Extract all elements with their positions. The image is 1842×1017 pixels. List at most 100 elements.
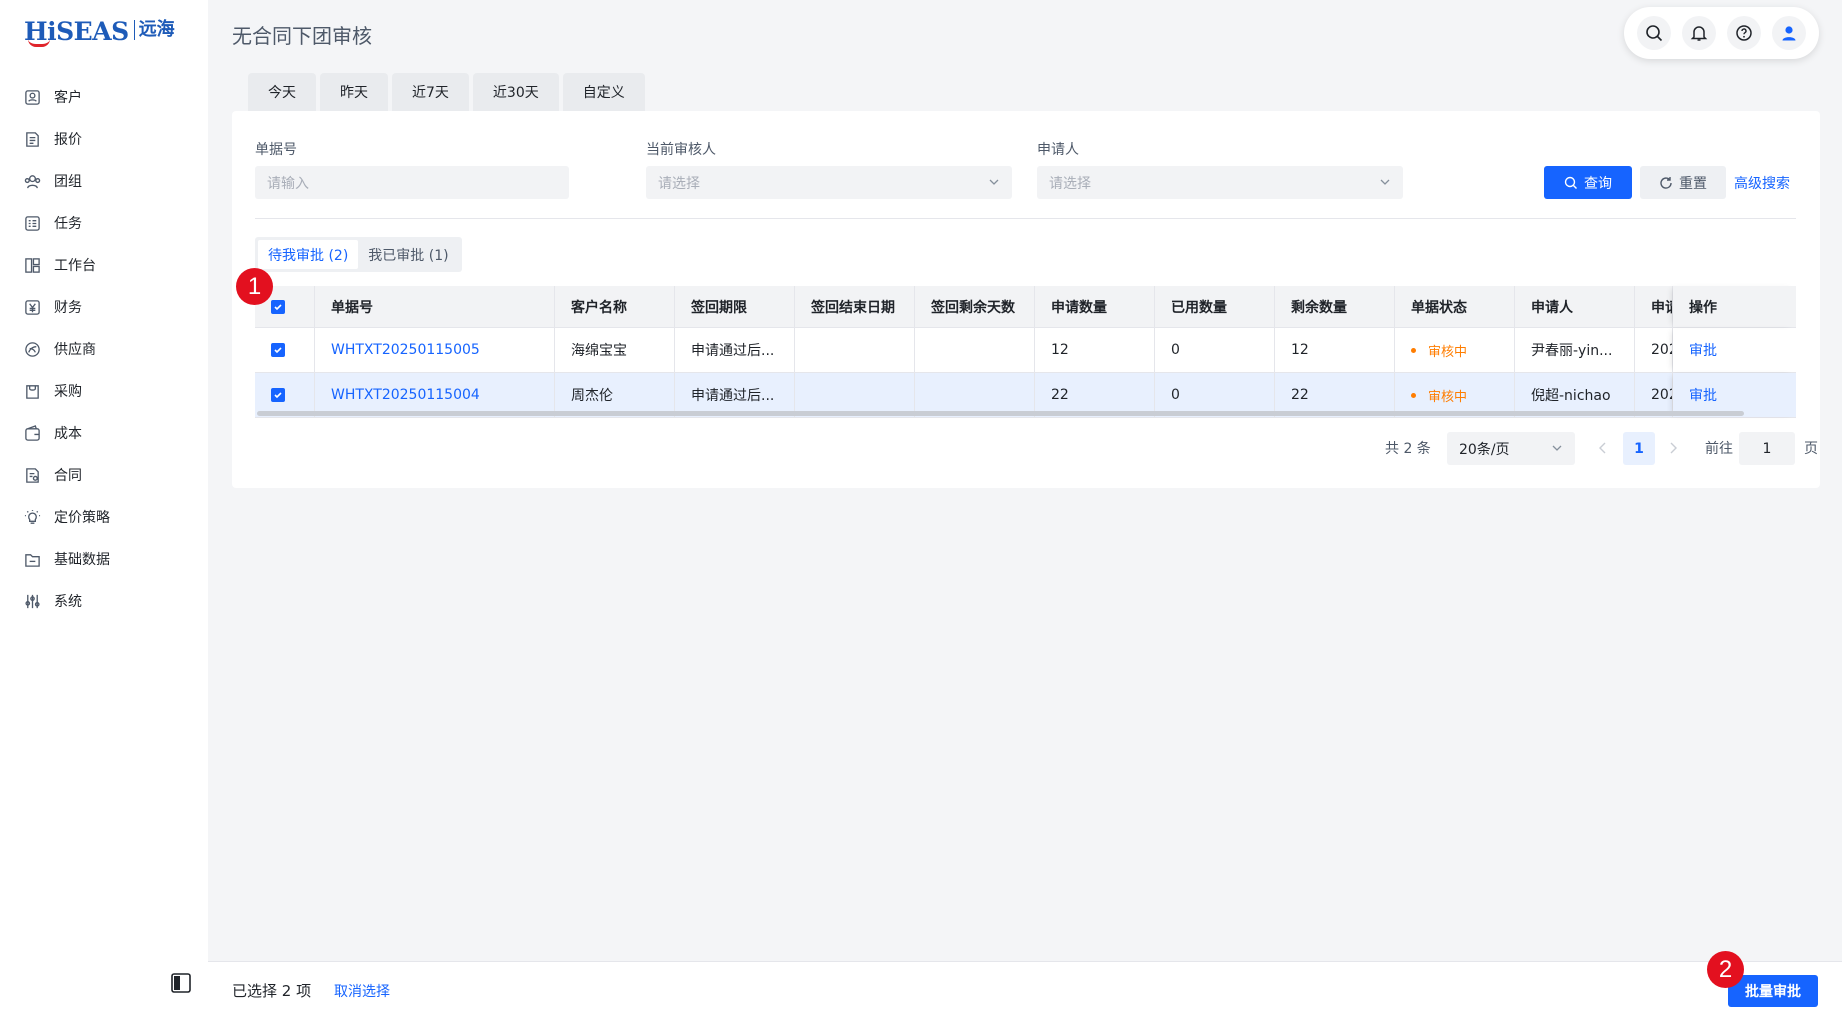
notification-button[interactable] [1682, 16, 1717, 50]
settings-sliders-icon [23, 592, 41, 610]
user-avatar-button[interactable] [1771, 16, 1806, 50]
tab-yesterday[interactable]: 昨天 [320, 73, 388, 111]
search-icon [1564, 176, 1577, 189]
column-header: 签回结束日期 [795, 286, 915, 327]
sidebar-nav: 客户 报价 团组 任务 工作台 财务 供应商 采购 成本 合同 定价策略 基础数… [0, 76, 208, 622]
used-cell: 0 [1155, 328, 1275, 372]
selected-count: 已选择 2 项 [232, 982, 312, 1000]
chevron-down-icon [1380, 179, 1390, 185]
help-button[interactable] [1726, 16, 1761, 50]
sidebar-item-task[interactable]: 任务 [0, 202, 208, 244]
column-header: 剩余数量 [1275, 286, 1395, 327]
sidebar-item-label: 定价策略 [54, 510, 110, 526]
sidebar-item-basic-data[interactable]: 基础数据 [0, 538, 208, 580]
hiseas-logo[interactable]: HiSEAS 远海 [24, 12, 175, 47]
action-cell: 审批 [1673, 328, 1796, 372]
sidebar-item-quote[interactable]: 报价 [0, 118, 208, 160]
step-marker: 1 [236, 268, 273, 305]
row-checkbox[interactable] [271, 343, 285, 357]
page-size-select[interactable]: 20条/页 [1447, 432, 1575, 465]
check-icon [274, 392, 282, 399]
horizontal-scrollbar[interactable] [257, 411, 1744, 416]
applicant-placeholder: 请选择 [1049, 175, 1091, 192]
table-row[interactable]: WHTXT20250115005 海绵宝宝 申请通过后... 12 0 12 审… [255, 328, 1796, 373]
page-number-current[interactable]: 1 [1623, 432, 1655, 465]
purchase-icon [23, 382, 41, 400]
page-unit-label: 页 [1804, 441, 1818, 457]
divider [255, 218, 1796, 219]
folder-icon [23, 550, 41, 568]
cost-icon [23, 424, 41, 442]
doc-no-link[interactable]: WHTXT20250115005 [315, 328, 555, 372]
period-cell: 申请通过后... [675, 328, 795, 372]
sidebar-item-cost[interactable]: 成本 [0, 412, 208, 454]
contract-icon [23, 466, 41, 484]
logo-cn: 远海 [138, 19, 175, 40]
sidebar-item-label: 基础数据 [54, 552, 110, 568]
pagination: 共 2 条 20条/页 1 前往 页 [255, 432, 1819, 465]
workbench-icon [23, 256, 41, 274]
applicant-select[interactable]: 请选择 [1037, 166, 1403, 199]
sidebar-item-finance[interactable]: 财务 [0, 286, 208, 328]
sidebar-item-group[interactable]: 团组 [0, 160, 208, 202]
collapse-sidebar-icon[interactable] [170, 972, 192, 994]
sidebar-item-workbench[interactable]: 工作台 [0, 244, 208, 286]
chevron-left-icon[interactable] [1595, 440, 1611, 456]
sidebar-item-label: 任务 [54, 216, 82, 232]
select-all-checkbox[interactable] [271, 299, 285, 314]
qty-cell: 12 [1035, 328, 1155, 372]
reset-button[interactable]: 重置 [1640, 166, 1726, 199]
left-cell: 12 [1275, 328, 1395, 372]
tab-pending-my-approval[interactable]: 待我审批 (2) [258, 240, 359, 269]
sidebar-item-system[interactable]: 系统 [0, 580, 208, 622]
sidebar-item-customer[interactable]: 客户 [0, 76, 208, 118]
advanced-search-link[interactable]: 高级搜索 [1734, 173, 1790, 193]
tab-approved-by-me[interactable]: 我已审批 (1) [358, 240, 458, 269]
sidebar-item-label: 合同 [54, 468, 82, 484]
batch-approve-button[interactable]: 批量审批 [1728, 975, 1818, 1007]
check-icon [274, 347, 282, 354]
row-checkbox[interactable] [271, 388, 285, 402]
end-date-cell [795, 328, 915, 372]
cancel-selection-link[interactable]: 取消选择 [334, 981, 390, 1001]
sidebar-item-label: 财务 [54, 300, 82, 316]
reset-label: 重置 [1679, 175, 1707, 192]
doc-no-input[interactable]: 请输入 [255, 166, 569, 199]
table-header: 单据号 客户名称 签回期限 签回结束日期 签回剩余天数 申请数量 已用数量 剩余… [255, 286, 1796, 328]
chevron-right-icon[interactable] [1665, 440, 1681, 456]
column-header: 申请人 [1515, 286, 1635, 327]
sidebar-item-label: 团组 [54, 174, 82, 190]
reviewer-select[interactable]: 请选择 [646, 166, 1012, 199]
approval-status-tabs: 待我审批 (2) 我已审批 (1) [255, 237, 462, 272]
column-header: 操作 [1673, 286, 1796, 327]
sidebar-item-label: 工作台 [54, 258, 96, 274]
column-header: 单据号 [315, 286, 555, 327]
date-range-tabs: 今天 昨天 近7天 近30天 自定义 [248, 73, 645, 111]
query-button[interactable]: 查询 [1544, 166, 1632, 199]
sidebar-item-label: 采购 [54, 384, 82, 400]
help-icon [1736, 25, 1752, 41]
check-icon [274, 303, 282, 310]
sidebar-item-contract[interactable]: 合同 [0, 454, 208, 496]
approve-link[interactable]: 审批 [1689, 340, 1717, 360]
tab-custom[interactable]: 自定义 [562, 73, 645, 111]
goto-page-input[interactable] [1739, 432, 1795, 465]
tab-last-7-days[interactable]: 近7天 [392, 73, 469, 111]
column-header: 申请 [1635, 286, 1673, 327]
approve-link[interactable]: 审批 [1689, 385, 1717, 405]
total-count: 共 2 条 [1385, 441, 1431, 457]
quote-icon [23, 130, 41, 148]
tab-today[interactable]: 今天 [248, 73, 316, 111]
sidebar-item-purchase[interactable]: 采购 [0, 370, 208, 412]
search-button[interactable] [1637, 16, 1672, 50]
sidebar-item-pricing[interactable]: 定价策略 [0, 496, 208, 538]
apply-date-cell: 202 [1635, 328, 1673, 372]
customer-cell: 海绵宝宝 [555, 328, 675, 372]
bell-icon [1690, 26, 1708, 41]
row-checkbox-cell[interactable] [255, 328, 315, 372]
tab-last-30-days[interactable]: 近30天 [472, 73, 559, 111]
column-header: 单据状态 [1395, 286, 1515, 327]
goto-label: 前往 [1705, 441, 1733, 457]
sidebar-item-supplier[interactable]: 供应商 [0, 328, 208, 370]
column-header: 客户名称 [555, 286, 675, 327]
